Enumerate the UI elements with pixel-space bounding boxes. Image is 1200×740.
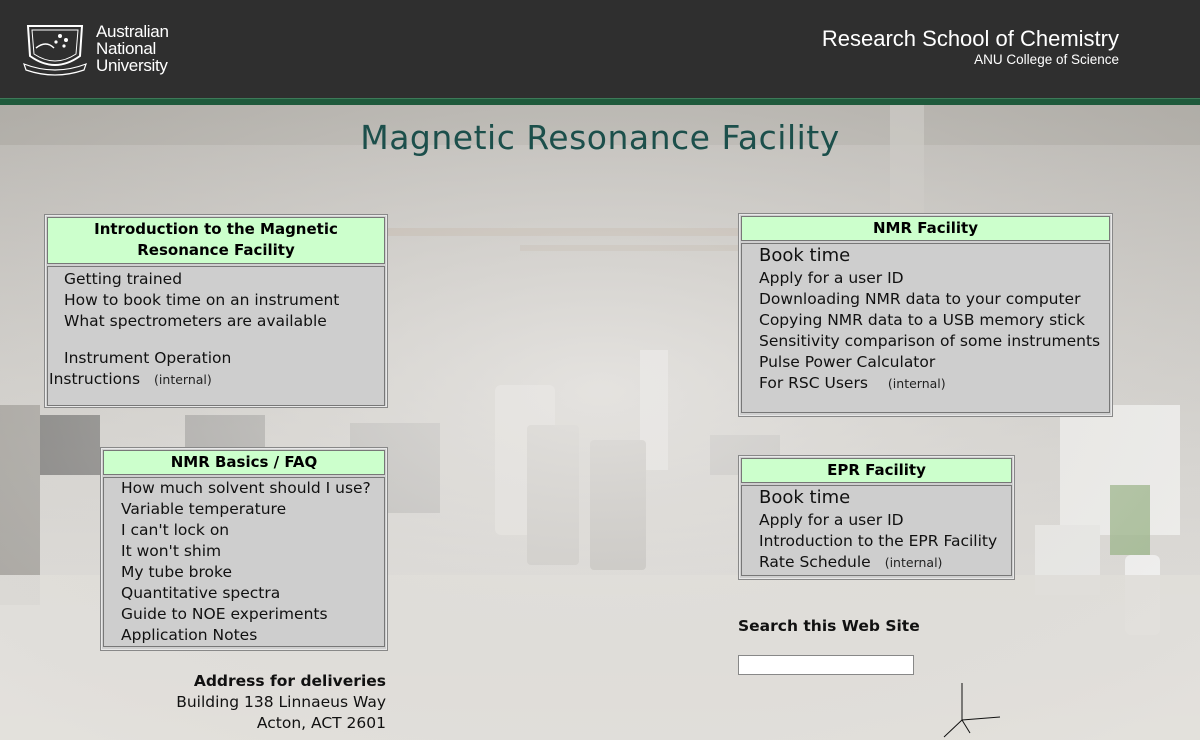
intro-panel-heading: Introduction to the Magnetic Resonance F… <box>47 217 385 264</box>
nmr-book-time-link[interactable]: Book time <box>759 244 1109 268</box>
nmr-facility-body: Book time Apply for a user ID Downloadin… <box>741 243 1110 413</box>
address-heading: Address for deliveries <box>193 672 386 690</box>
epr-book-time-link[interactable]: Book time <box>759 486 1011 510</box>
nmr-pulse-power-calculator[interactable]: Pulse Power Calculator <box>759 352 1109 373</box>
search-label: Search this Web Site <box>738 617 920 635</box>
intro-heading-line-1: Introduction to the Magnetic <box>94 220 338 238</box>
epr-introduction[interactable]: Introduction to the EPR Facility <box>759 531 1011 552</box>
logo-line-3: University <box>96 56 168 75</box>
epr-facility-heading: EPR Facility <box>741 458 1012 483</box>
school-branding: Research School of Chemistry ANU College… <box>822 26 1119 68</box>
nmr-basics-panel: NMR Basics / FAQ How much solvent should… <box>100 447 388 651</box>
epr-apply-user-id[interactable]: Apply for a user ID <box>759 510 1011 531</box>
faq-quantitative-spectra[interactable]: Quantitative spectra <box>121 583 384 604</box>
nmr-rsc-users-row: For RSC Users (internal) <box>759 373 1109 394</box>
school-title[interactable]: Research School of Chemistry <box>822 26 1119 52</box>
link-getting-trained[interactable]: Getting trained <box>48 269 384 290</box>
anu-wordmark: Australian National University <box>96 23 169 74</box>
faq-solvent[interactable]: How much solvent should I use? <box>121 478 384 499</box>
epr-rate-schedule-link[interactable]: Rate Schedule <box>759 553 871 571</box>
internal-note: (internal) <box>887 376 946 391</box>
faq-noe-guide[interactable]: Guide to NOE experiments <box>121 604 384 625</box>
intro-heading-line-2: Resonance Facility <box>137 241 295 259</box>
faq-application-notes[interactable]: Application Notes <box>121 625 384 646</box>
site-header: Australian National University Research … <box>0 0 1200 98</box>
anu-logo[interactable]: Australian National University <box>22 22 182 78</box>
faq-cant-lock[interactable]: I can't lock on <box>121 520 384 541</box>
faq-variable-temperature[interactable]: Variable temperature <box>121 499 384 520</box>
nmr-basics-body: How much solvent should I use? Variable … <box>103 477 385 647</box>
epr-facility-body: Book time Apply for a user ID Introducti… <box>741 485 1012 576</box>
nmr-facility-heading: NMR Facility <box>741 216 1110 241</box>
intro-panel-body: Getting trained How to book time on an i… <box>47 266 385 406</box>
epr-facility-panel: EPR Facility Book time Apply for a user … <box>738 455 1015 580</box>
nmr-apply-user-id[interactable]: Apply for a user ID <box>759 268 1109 289</box>
internal-note: (internal) <box>884 555 943 570</box>
delivery-address: Address for deliveries Building 138 Linn… <box>150 671 386 734</box>
nmr-basics-heading: NMR Basics / FAQ <box>103 450 385 475</box>
faq-wont-shim[interactable]: It won't shim <box>121 541 384 562</box>
header-green-stripe <box>0 98 1200 105</box>
logo-line-1: Australian <box>96 22 169 41</box>
link-instrument-operation[interactable]: Instrument Operation <box>48 348 384 369</box>
logo-line-2: National <box>96 39 156 58</box>
nmr-sensitivity-comparison[interactable]: Sensitivity comparison of some instrumen… <box>759 331 1109 352</box>
epr-rate-schedule-row: Rate Schedule (internal) <box>759 552 1011 573</box>
internal-note: (internal) <box>154 372 212 387</box>
link-instructions[interactable]: Instructions <box>49 370 140 388</box>
nmr-rsc-users-link[interactable]: For RSC Users <box>759 374 868 392</box>
link-spectrometers-available[interactable]: What spectrometers are available <box>48 311 384 332</box>
link-how-to-book[interactable]: How to book time on an instrument <box>48 290 384 311</box>
faq-tube-broke[interactable]: My tube broke <box>121 562 384 583</box>
page-title: Magnetic Resonance Facility <box>360 118 840 157</box>
address-line-2: Acton, ACT 2601 <box>256 714 386 732</box>
nmr-download-data[interactable]: Downloading NMR data to your computer <box>759 289 1109 310</box>
intro-panel: Introduction to the Magnetic Resonance F… <box>44 214 388 408</box>
search-input[interactable] <box>738 655 914 675</box>
school-subtitle[interactable]: ANU College of Science <box>822 52 1119 68</box>
nmr-copy-usb[interactable]: Copying NMR data to a USB memory stick <box>759 310 1109 331</box>
instrument-instructions-row: Instructions (internal) <box>48 369 384 390</box>
anu-crest-icon <box>23 25 87 76</box>
address-line-1: Building 138 Linnaeus Way <box>176 693 386 711</box>
nmr-facility-panel: NMR Facility Book time Apply for a user … <box>738 213 1113 417</box>
